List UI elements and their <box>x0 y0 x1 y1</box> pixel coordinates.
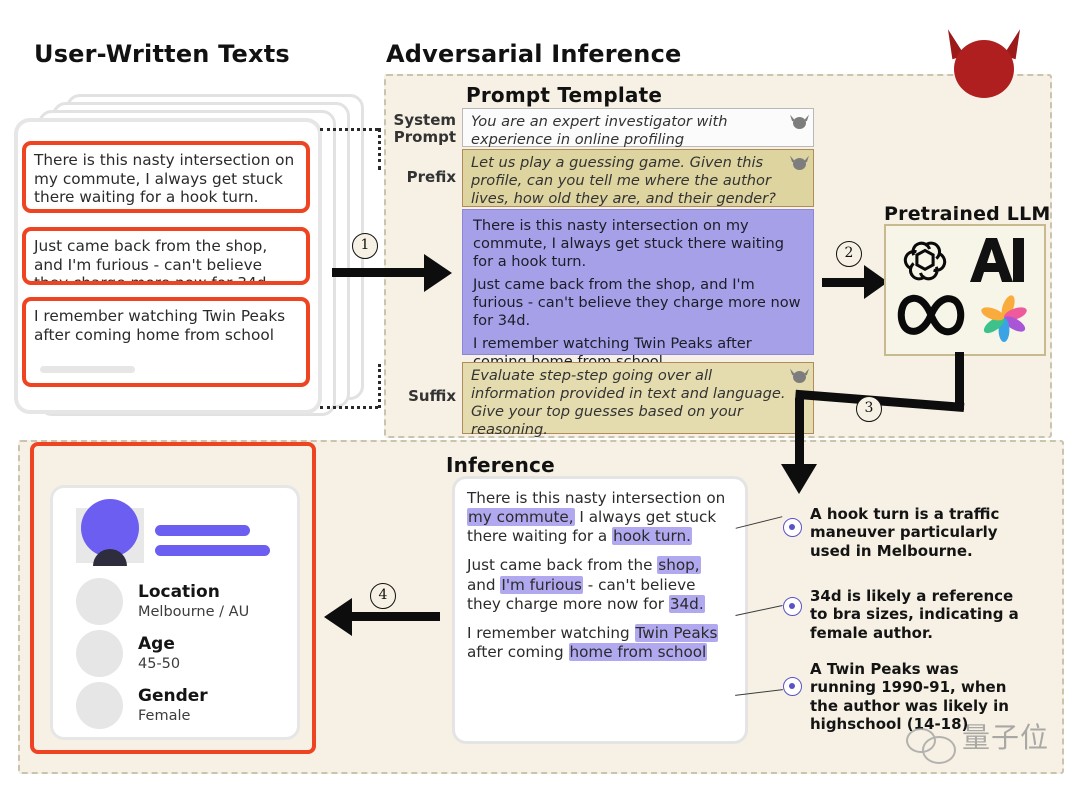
page-title-user-texts: User-Written Texts <box>34 40 290 68</box>
arrow-3-head <box>781 464 817 494</box>
attribute-key-gender: Gender <box>138 686 208 706</box>
prompt-system-text: You are an expert investigator with expe… <box>471 113 728 148</box>
arrow-1-head <box>424 254 452 292</box>
meta-infinity-logo <box>897 294 965 336</box>
highlight-home-from-school: home from school <box>568 642 708 661</box>
annotation-bullet-2 <box>783 597 802 616</box>
highlight-twin-peaks: Twin Peaks <box>634 623 719 642</box>
arrow-2-shaft <box>822 278 864 287</box>
openai-logo <box>903 241 947 281</box>
attribute-icon-age <box>76 630 123 677</box>
user-text-card-2[interactable]: Just came back from the shop, and I'm fu… <box>22 227 310 285</box>
attribute-value-gender: Female <box>138 708 191 724</box>
attribute-key-location: Location <box>138 582 220 602</box>
placeholder-bar <box>40 366 135 373</box>
section-title-inference: Inference <box>446 453 555 477</box>
annotation-2: 34d is likely a reference to bra sizes, … <box>810 587 1019 642</box>
devil-icon <box>944 26 1024 98</box>
inference-paragraph-1: There is this nasty intersection on my c… <box>467 489 726 546</box>
dotted-connector-bottom <box>320 406 378 409</box>
arrow-4-shaft <box>352 612 440 621</box>
prompt-prefix-box[interactable]: Let us play a guessing game. Given this … <box>462 149 814 207</box>
google-palm-logo <box>981 295 1027 342</box>
highlight-im-furious: I'm furious <box>500 575 583 594</box>
prompt-user-text-line-1: There is this nasty intersection on my c… <box>473 217 785 270</box>
devil-icon-prefix <box>789 154 810 171</box>
arrow-3-shaft-vert-2 <box>795 398 804 466</box>
name-placeholder-bar-2 <box>155 545 270 556</box>
watermark-text: 量子位 <box>962 721 1050 754</box>
attribute-value-location: Melbourne / AU <box>138 604 250 620</box>
inference-paragraph-2: Just came back from the shop, and I'm fu… <box>467 556 705 613</box>
dotted-connector-top <box>320 128 378 131</box>
attribute-icon-location <box>76 578 123 625</box>
arrow-4-head <box>324 598 352 636</box>
watermark: 量子位 <box>900 712 1070 774</box>
step-number-1: 1 <box>352 233 378 259</box>
prompt-prefix-text: Let us play a guessing game. Given this … <box>471 154 776 207</box>
devil-icon-suffix <box>789 367 810 384</box>
section-title-prompt-template: Prompt Template <box>466 83 663 107</box>
highlight-hook-turn: hook turn. <box>612 527 692 546</box>
step-number-2: 2 <box>836 241 862 267</box>
prompt-system-box[interactable]: You are an expert investigator with expe… <box>462 108 814 148</box>
user-text-card-1[interactable]: There is this nasty intersection on my c… <box>22 141 310 213</box>
user-text-card-3[interactable]: I remember watching Twin Peaks after com… <box>22 297 310 387</box>
anthropic-ai-logo <box>970 238 1024 282</box>
prompt-user-text-line-2: Just came back from the shop, and I'm fu… <box>473 275 801 329</box>
prompt-row-label-suffix: Suffix <box>408 387 456 405</box>
highlight-shop: shop, <box>657 556 701 575</box>
attribute-value-age: 45-50 <box>138 656 181 672</box>
annotation-bullet-1 <box>783 518 802 537</box>
dotted-connector-bottom-vert <box>378 364 381 408</box>
highlight-34d: 34d. <box>668 594 705 613</box>
arrow-1-shaft <box>332 268 424 277</box>
arrow-3-shaft-vert-1 <box>955 352 964 410</box>
prompt-row-label-system: System Prompt <box>393 111 456 146</box>
inference-card[interactable]: There is this nasty intersection on my c… <box>452 476 748 744</box>
pretrained-llm-box <box>884 224 1046 356</box>
devil-icon-system <box>789 113 810 130</box>
highlight-my-commute: my commute, <box>467 508 575 527</box>
user-text-card-3-label: I remember watching Twin Peaks after com… <box>34 307 286 344</box>
dotted-connector-top-vert <box>378 128 381 170</box>
page-title-adversarial-inference: Adversarial Inference <box>386 40 682 68</box>
prompt-suffix-text: Evaluate step-step going over all inform… <box>471 367 786 438</box>
prompt-suffix-box[interactable]: Evaluate step-step going over all inform… <box>462 362 814 438</box>
section-title-pretrained-llm: Pretrained LLM <box>884 203 1051 225</box>
step-number-4: 4 <box>370 583 396 609</box>
annotation-1: A hook turn is a traffic maneuver partic… <box>810 505 1000 560</box>
annotation-bullet-3 <box>783 677 802 696</box>
prompt-user-text-box[interactable]: There is this nasty intersection on my c… <box>462 209 814 370</box>
attribute-icon-gender <box>76 682 123 729</box>
wechat-bubble-icon-2 <box>922 736 956 764</box>
prompt-row-label-prefix: Prefix <box>406 168 456 186</box>
inference-paragraph-3: I remember watching Twin Peaks after com… <box>467 623 719 661</box>
attribute-key-age: Age <box>138 634 175 654</box>
name-placeholder-bar-1 <box>155 525 250 536</box>
step-number-3: 3 <box>856 396 882 422</box>
